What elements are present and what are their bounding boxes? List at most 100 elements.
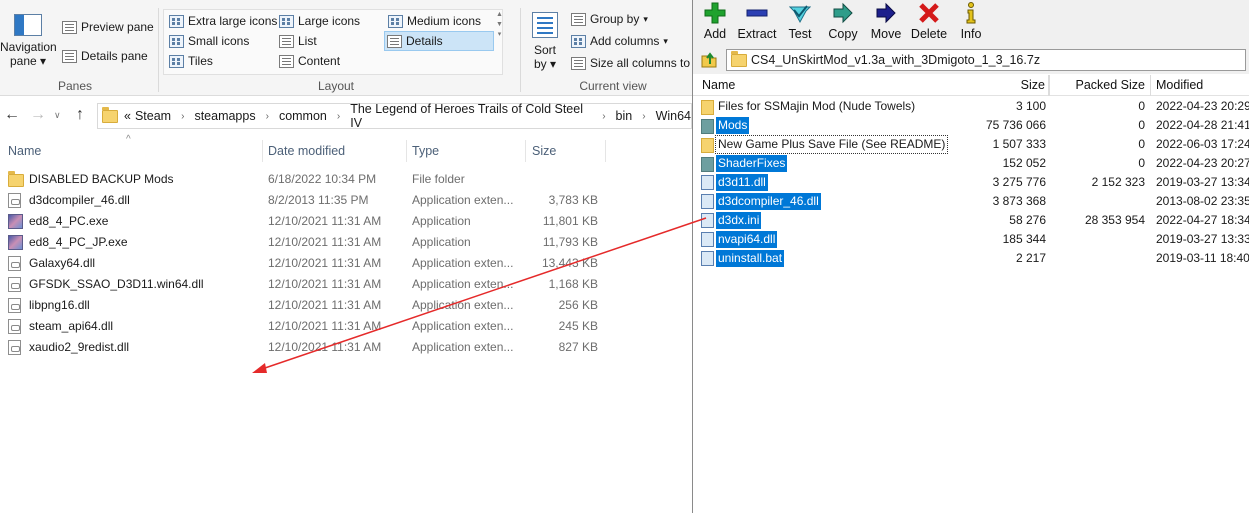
- panes-group-label: Panes: [57, 79, 93, 93]
- breadcrumb-game[interactable]: The Legend of Heroes Trails of Cold Stee…: [350, 102, 592, 130]
- move-button[interactable]: Move: [864, 0, 908, 41]
- column-header-name[interactable]: Name: [8, 144, 41, 158]
- column-header-modified[interactable]: Modified: [1156, 78, 1203, 92]
- column-divider[interactable]: [1150, 75, 1151, 96]
- item-modified: 2019-03-27 13:34: [1156, 175, 1249, 189]
- up-arrow-icon[interactable]: ↑: [76, 106, 84, 124]
- column-divider[interactable]: [406, 140, 407, 162]
- table-row[interactable]: GFSDK_SSAO_D3D11.win64.dll 12/10/2021 11:…: [0, 274, 692, 295]
- column-divider[interactable]: [605, 140, 606, 162]
- delete-button[interactable]: Delete: [907, 0, 951, 41]
- layout-extra-large-icons[interactable]: Extra large icons: [167, 12, 279, 30]
- column-header-type[interactable]: Type: [412, 144, 439, 158]
- column-divider[interactable]: [262, 140, 263, 162]
- list-item[interactable]: ShaderFixes 152 052 0 2022-04-23 20:27: [693, 154, 1249, 173]
- file-size: 256 KB: [558, 298, 598, 312]
- item-modified: 2022-06-03 17:24: [1156, 137, 1249, 151]
- file-name: ed8_4_PC_JP.exe: [29, 235, 128, 249]
- column-header-packed-size[interactable]: Packed Size: [1076, 78, 1145, 92]
- content-icon: [279, 54, 294, 68]
- navigation-pane-icon: [14, 14, 42, 36]
- item-modified: 2019-03-11 18:40: [1156, 251, 1249, 265]
- list-item[interactable]: Files for SSMajin Mod (Nude Towels) 3 100…: [693, 97, 1249, 116]
- list-item[interactable]: d3dcompiler_46.dll 3 873 368 2013-08-02 23…: [693, 192, 1249, 211]
- forward-arrow-icon[interactable]: →: [30, 106, 46, 124]
- table-row[interactable]: ed8_4_PC.exe 12/10/2021 11:31 AM Applicati…: [0, 211, 692, 232]
- back-arrow-icon[interactable]: ←: [4, 106, 20, 124]
- breadcrumb-common[interactable]: common: [279, 109, 327, 123]
- breadcrumb-chevron-icon[interactable]: ›: [602, 111, 605, 122]
- navigation-pane-button[interactable]: Navigation pane ▾: [0, 6, 57, 76]
- breadcrumb-chevron-icon[interactable]: ›: [181, 111, 184, 122]
- column-divider[interactable]: [525, 140, 526, 162]
- breadcrumb-bin[interactable]: bin: [616, 109, 633, 123]
- column-header-name[interactable]: Name: [702, 78, 735, 92]
- breadcrumb-chevron-icon[interactable]: ›: [266, 111, 269, 122]
- item-name: Files for SSMajin Mod (Nude Towels): [718, 99, 916, 113]
- layout-tiles[interactable]: Tiles: [167, 52, 215, 70]
- breadcrumb-steamapps[interactable]: steamapps: [194, 109, 255, 123]
- parent-folder-icon[interactable]: [700, 50, 718, 68]
- file-date: 12/10/2021 11:31 AM: [268, 340, 382, 354]
- layout-large-icons[interactable]: Large icons: [277, 12, 362, 30]
- layout-details[interactable]: Details: [384, 31, 494, 51]
- table-row[interactable]: steam_api64.dll 12/10/2021 11:31 AM Applic…: [0, 316, 692, 337]
- item-modified: 2022-04-27 18:34: [1156, 213, 1249, 227]
- list-item[interactable]: d3d11.dll 3 275 776 2 152 323 2019-03-27 13…: [693, 173, 1249, 192]
- 7zip-path-field[interactable]: CS4_UnSkirtMod_v1.3a_with_3Dmigoto_1_3_1…: [726, 49, 1246, 71]
- details-pane-icon: [62, 49, 77, 63]
- dll-file-icon: [8, 298, 21, 313]
- file-date: 6/18/2022 10:34 PM: [268, 172, 377, 186]
- table-row[interactable]: d3dcompiler_46.dll 8/2/2013 11:35 PM Appli…: [0, 190, 692, 211]
- add-button[interactable]: Add: [693, 0, 737, 41]
- test-button[interactable]: Test: [778, 0, 822, 41]
- list-item[interactable]: nvapi64.dll 185 344 2019-03-27 13:33: [693, 230, 1249, 249]
- layout-gallery-scroll[interactable]: ▲ ▼ ▾: [496, 10, 503, 74]
- list-item[interactable]: uninstall.bat 2 217 2019-03-11 18:40: [693, 249, 1249, 268]
- ribbon-separator: [158, 8, 159, 92]
- recent-locations-chevron-icon[interactable]: ∨: [54, 110, 61, 121]
- breadcrumb-overflow[interactable]: «: [124, 109, 131, 123]
- address-bar[interactable]: « Steam › steamapps › common › The Legen…: [97, 102, 692, 130]
- breadcrumb-steam[interactable]: Steam: [135, 109, 171, 123]
- check-icon: [789, 5, 811, 24]
- add-columns-button[interactable]: Add columns ▾: [569, 32, 670, 50]
- list-item[interactable]: Mods 75 736 066 0 2022-04-28 21:41: [693, 116, 1249, 135]
- table-row[interactable]: xaudio2_9redist.dll 12/10/2021 11:31 AM Ap…: [0, 337, 692, 358]
- medium-icons-icon: [388, 14, 403, 28]
- group-by-button[interactable]: Group by ▾: [569, 10, 650, 28]
- item-name: d3dx.ini: [716, 212, 762, 229]
- size-all-columns-button[interactable]: Size all columns to f: [569, 54, 692, 72]
- info-icon: [966, 2, 976, 24]
- breadcrumb-chevron-icon[interactable]: ›: [337, 111, 340, 122]
- item-name: nvapi64.dll: [716, 231, 778, 248]
- layout-small-icons[interactable]: Small icons: [167, 32, 251, 50]
- breadcrumb-chevron-icon[interactable]: ›: [642, 111, 645, 122]
- breadcrumb-win64[interactable]: Win64: [656, 109, 691, 123]
- column-header-size[interactable]: Size: [532, 144, 556, 158]
- table-row[interactable]: ed8_4_PC_JP.exe 12/10/2021 11:31 AM Applic…: [0, 232, 692, 253]
- layout-medium-icons[interactable]: Medium icons: [386, 12, 483, 30]
- extract-button[interactable]: Extract: [735, 0, 779, 41]
- item-packed-size: 0: [1138, 137, 1145, 151]
- table-row[interactable]: DISABLED BACKUP Mods 6/18/2022 10:34 PM Fi…: [0, 169, 692, 190]
- table-row[interactable]: libpng16.dll 12/10/2021 11:31 AM Applicati…: [0, 295, 692, 316]
- info-button[interactable]: Info: [949, 0, 993, 41]
- file-name: d3dcompiler_46.dll: [29, 193, 130, 207]
- details-pane-button[interactable]: Details pane: [60, 47, 150, 65]
- copy-button[interactable]: Copy: [821, 0, 865, 41]
- table-row[interactable]: Galaxy64.dll 12/10/2021 11:31 AM Applicati…: [0, 253, 692, 274]
- list-item[interactable]: New Game Plus Save File (See README) 1 50…: [693, 135, 1249, 154]
- 7zip-window: Add Extract Test Copy Move Delete Info C…: [692, 0, 1249, 513]
- column-divider[interactable]: [1049, 75, 1050, 96]
- file-name: steam_api64.dll: [29, 319, 114, 333]
- sort-by-button[interactable]: Sort by ▾: [526, 10, 564, 74]
- column-header-size[interactable]: Size: [1021, 78, 1045, 92]
- column-header-date-modified[interactable]: Date modified: [268, 144, 345, 158]
- layout-content[interactable]: Content: [277, 52, 342, 70]
- layout-list[interactable]: List: [277, 32, 319, 50]
- list-item[interactable]: d3dx.ini 58 276 28 353 954 2022-04-27 18:34: [693, 211, 1249, 230]
- preview-pane-button[interactable]: Preview pane: [60, 18, 156, 36]
- preview-pane-icon: [62, 20, 77, 34]
- move-arrow-icon: [876, 2, 896, 24]
